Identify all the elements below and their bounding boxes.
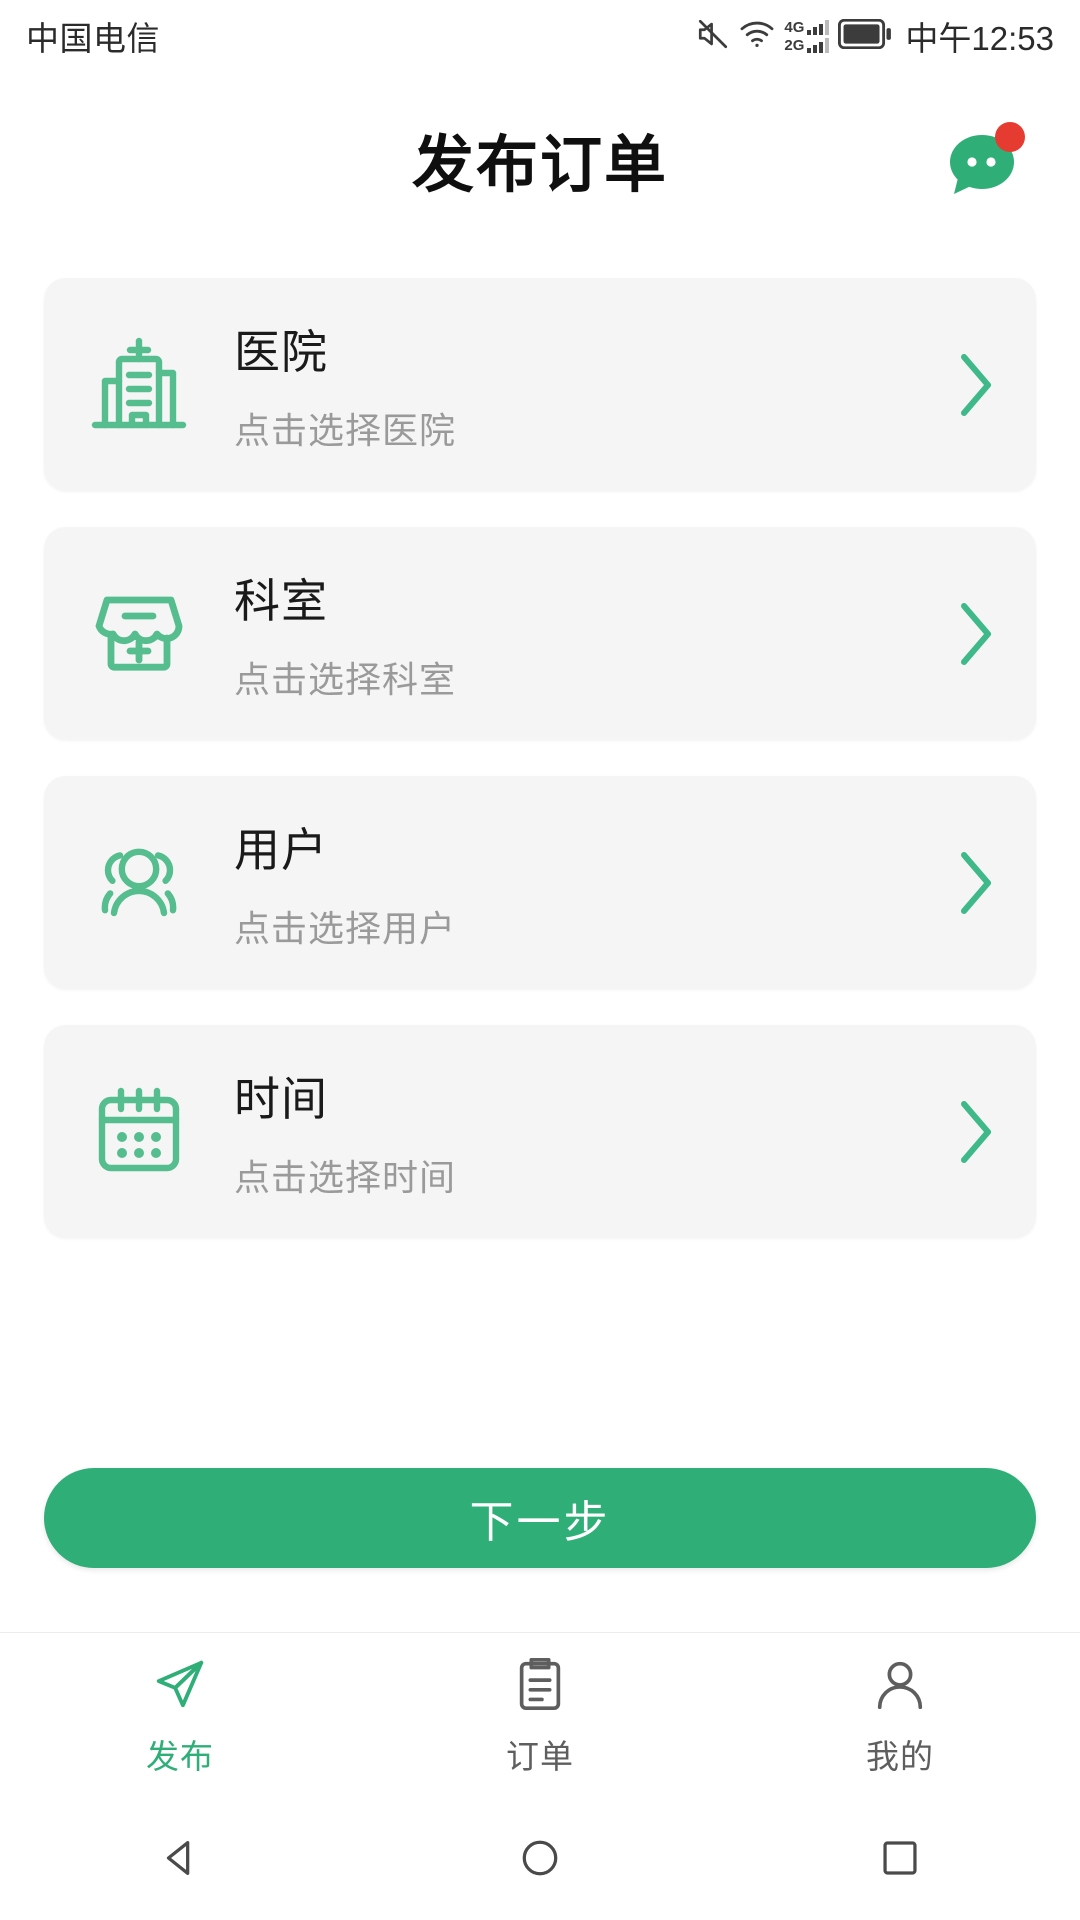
card-time[interactable]: 时间 点击选择时间 (44, 1025, 1036, 1238)
signal-secondary-label: 2G (784, 36, 805, 54)
tab-orders-label: 订单 (506, 1738, 574, 1775)
page-title: 发布订单 (411, 131, 668, 200)
users-icon (44, 831, 234, 935)
signal-primary-label: 4G (784, 18, 805, 36)
phone-screen: 中国电信 4G 2G 中午12:53 发布订单 医院 点击选择医院 科室 点击选… (0, 0, 1080, 1920)
card-title: 时间 (234, 1072, 328, 1125)
hospital-icon (44, 333, 234, 437)
tab-orders[interactable]: 订单 (360, 1655, 720, 1778)
wifi-icon (739, 19, 775, 54)
card-subtitle: 点击选择时间 (234, 1156, 457, 1198)
status-clock: 中午12:53 (905, 20, 1054, 57)
chevron-right-icon[interactable] (916, 849, 1036, 917)
clipboard-icon (511, 1655, 569, 1718)
system-navigation-bar (0, 1800, 1080, 1920)
bottom-tab-bar: 发布 订单 我的 (0, 1632, 1080, 1800)
card-hospital[interactable]: 医院 点击选择医院 (44, 278, 1036, 491)
chat-bubble-button[interactable] (944, 116, 1028, 200)
card-department[interactable]: 科室 点击选择科室 (44, 527, 1036, 740)
battery-icon (838, 18, 892, 54)
card-time-text: 时间 点击选择时间 (234, 1063, 916, 1201)
tab-profile-label: 我的 (866, 1738, 934, 1775)
card-title: 医院 (234, 325, 328, 378)
next-step-button[interactable]: 下一步 (44, 1468, 1036, 1568)
chevron-right-icon[interactable] (916, 600, 1036, 668)
card-user[interactable]: 用户 点击选择用户 (44, 776, 1036, 989)
paper-plane-icon (151, 1655, 209, 1718)
card-title: 用户 (234, 823, 328, 876)
notification-badge (995, 122, 1025, 152)
recents-square-icon[interactable] (877, 1835, 923, 1886)
clinic-icon (44, 582, 234, 686)
card-subtitle: 点击选择科室 (234, 658, 457, 700)
form-card-list: 医院 点击选择医院 科室 点击选择科室 用户 点击选择用户 时间 点击选择时间 (0, 278, 1080, 1274)
tab-publish[interactable]: 发布 (0, 1655, 360, 1778)
card-hospital-text: 医院 点击选择医院 (234, 316, 916, 454)
chevron-right-icon[interactable] (916, 351, 1036, 419)
chevron-right-icon[interactable] (916, 1098, 1036, 1166)
app-header: 发布订单 (0, 72, 1080, 252)
calendar-icon (44, 1080, 234, 1184)
signal-icon: 4G 2G (784, 18, 830, 54)
card-department-text: 科室 点击选择科室 (234, 565, 916, 703)
tab-profile[interactable]: 我的 (720, 1655, 1080, 1778)
card-subtitle: 点击选择用户 (234, 907, 457, 949)
status-icons: 4G 2G 中午12:53 (696, 12, 1054, 60)
carrier-label: 中国电信 (26, 20, 160, 57)
card-title: 科室 (234, 574, 328, 627)
status-bar: 中国电信 4G 2G 中午12:53 (0, 0, 1080, 72)
tab-publish-label: 发布 (146, 1738, 214, 1775)
person-icon (871, 1655, 929, 1718)
home-circle-icon[interactable] (517, 1835, 563, 1886)
back-triangle-icon[interactable] (157, 1835, 203, 1886)
mute-icon (696, 17, 730, 56)
card-user-text: 用户 点击选择用户 (234, 814, 916, 952)
card-subtitle: 点击选择医院 (234, 409, 457, 451)
